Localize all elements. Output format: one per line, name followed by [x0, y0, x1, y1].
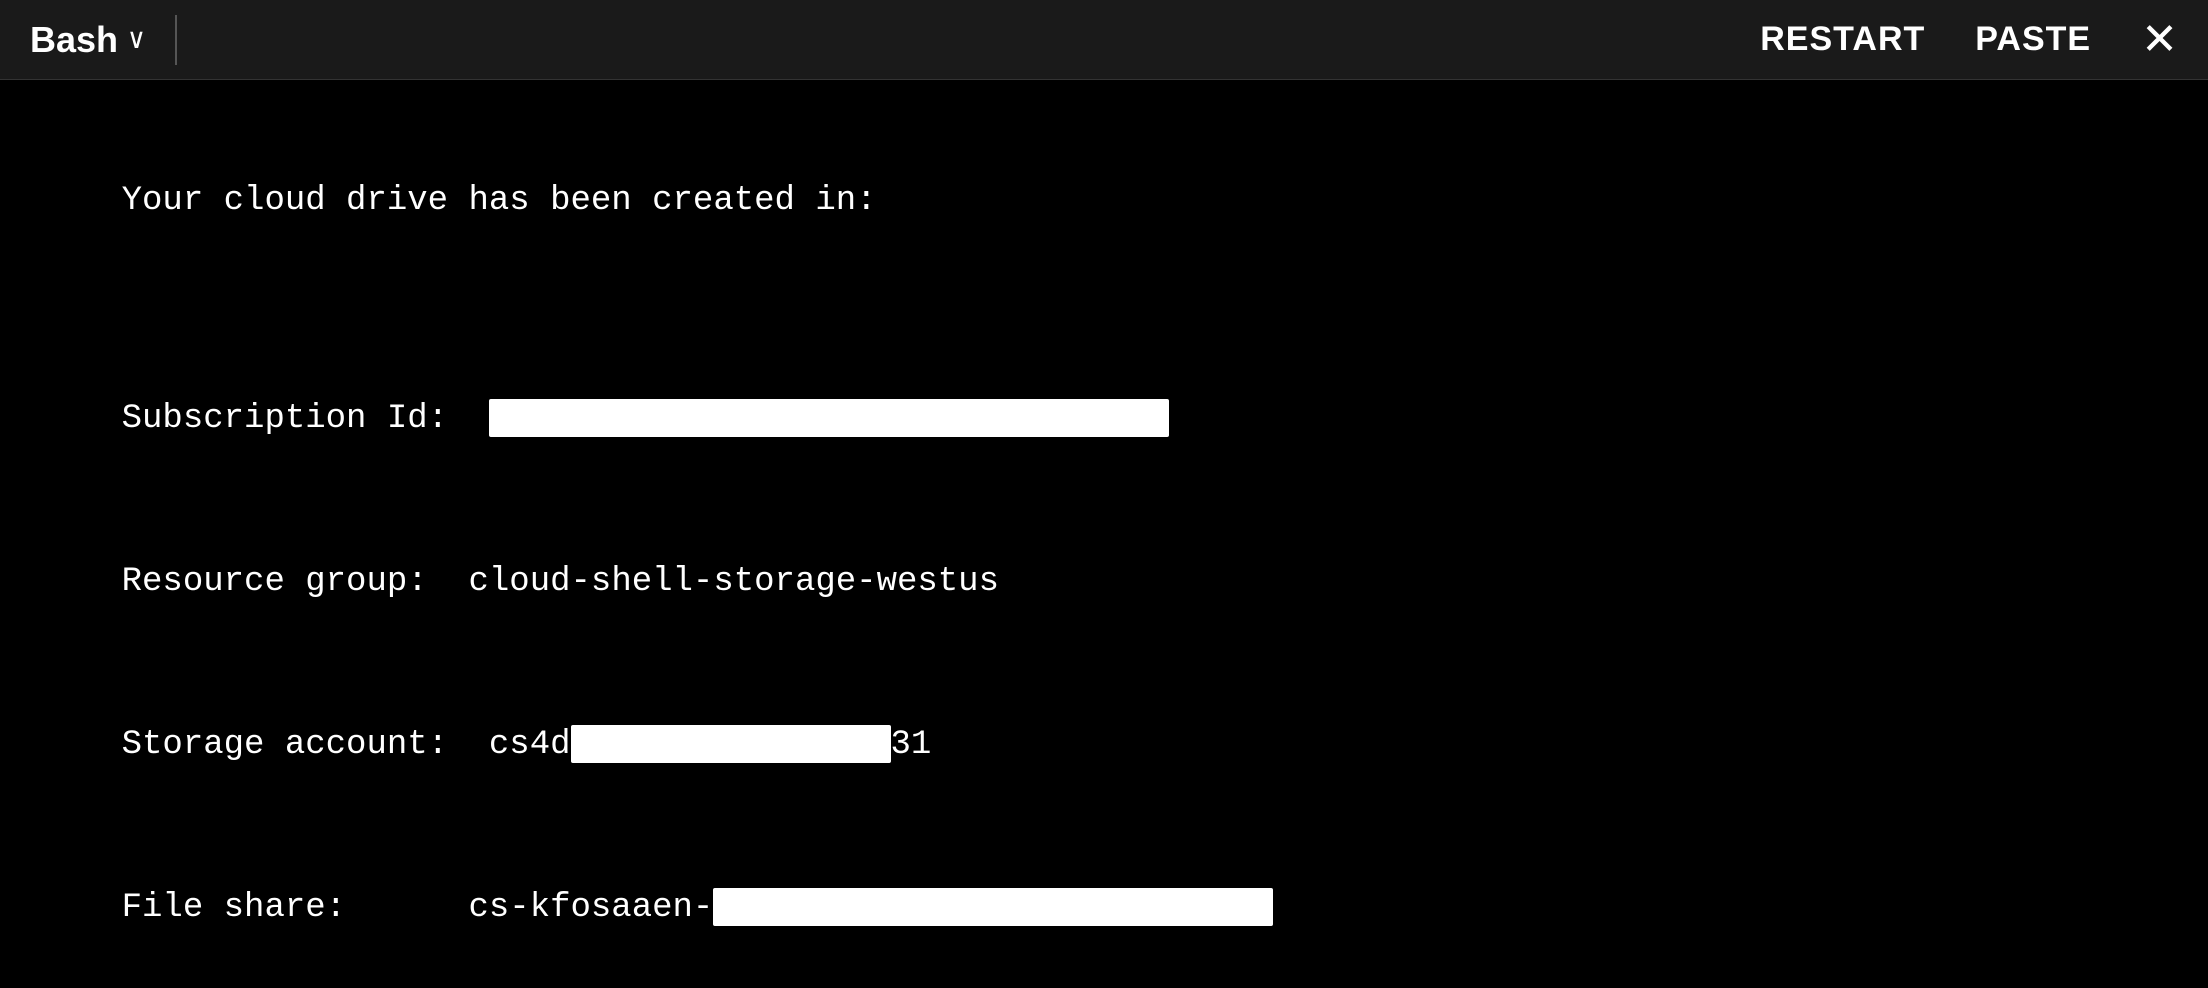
fileshare-line: File share: cs-kfosaaen- [40, 827, 2168, 988]
resource-group-line: Resource group: cloud-shell-storage-west… [40, 501, 2168, 664]
subscription-line: Subscription Id: [40, 338, 2168, 501]
chevron-down-icon: ∨ [128, 22, 145, 57]
restart-button[interactable]: RESTART [1760, 20, 1925, 59]
toolbar-divider [175, 15, 177, 65]
fileshare-redacted [713, 888, 1273, 926]
cloud-drive-created-line: Your cloud drive has been created in: [40, 120, 2168, 283]
shell-selector[interactable]: Bash ∨ [30, 19, 145, 61]
toolbar-actions: RESTART PASTE ✕ [1760, 14, 2178, 65]
storage-account-redacted [571, 725, 891, 763]
toolbar: Bash ∨ RESTART PASTE ✕ [0, 0, 2208, 80]
paste-button[interactable]: PASTE [1975, 20, 2091, 59]
subscription-id-redacted [489, 399, 1169, 437]
storage-account-line: Storage account: cs4d 31 [40, 664, 2168, 827]
shell-label: Bash [30, 19, 118, 61]
empty-line-1 [40, 283, 2168, 337]
close-button[interactable]: ✕ [2141, 14, 2178, 65]
terminal-output: Your cloud drive has been created in: Su… [0, 80, 2208, 988]
